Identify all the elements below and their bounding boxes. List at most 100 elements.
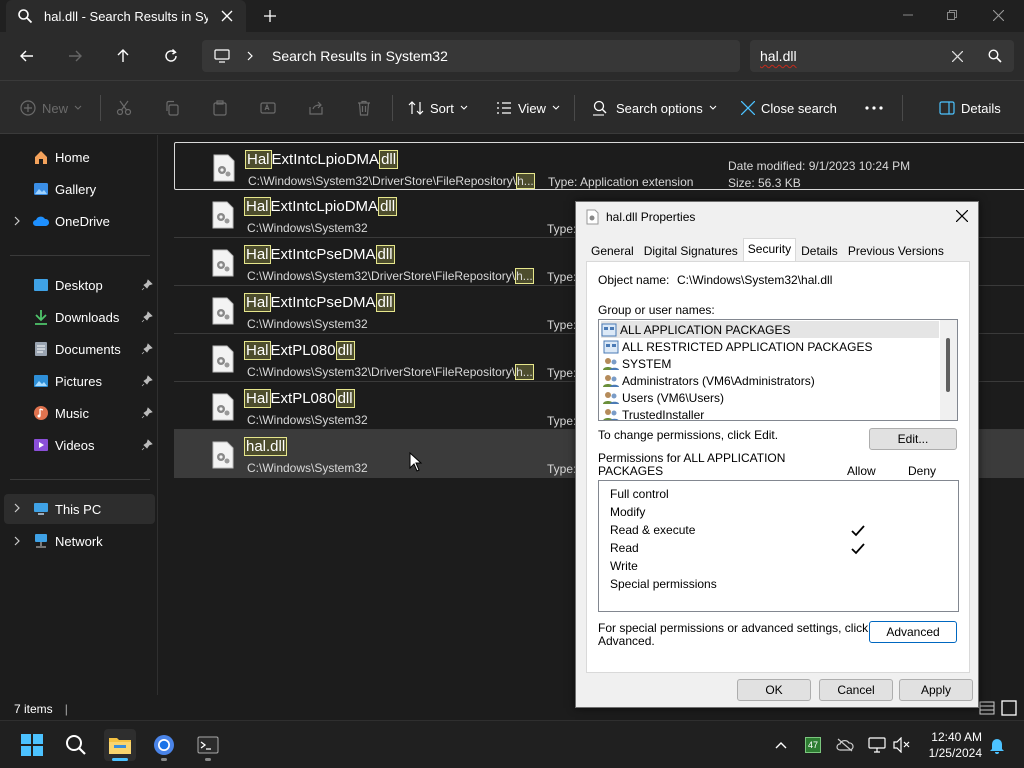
terminal-taskbar-button[interactable] (192, 729, 224, 761)
clock[interactable]: 12:40 AM 1/25/2024 (918, 729, 982, 761)
group-names-list[interactable]: ALL APPLICATION PACKAGES ALL RESTRICTED … (598, 319, 958, 421)
chevron-right-icon[interactable] (12, 215, 22, 227)
close-tab-icon[interactable] (218, 7, 236, 25)
rename-button[interactable] (260, 96, 276, 120)
chevron-right-icon[interactable] (12, 535, 22, 547)
tab-digital-signatures[interactable]: Digital Signatures (639, 240, 743, 262)
gallery-icon (32, 180, 50, 198)
dll-file-icon (212, 345, 234, 373)
network-tray-icon[interactable] (867, 735, 887, 755)
computer-icon (214, 48, 232, 64)
back-button[interactable] (15, 44, 39, 68)
maximize-button[interactable] (937, 4, 967, 26)
refresh-button[interactable] (159, 44, 183, 68)
cut-button[interactable] (116, 96, 132, 120)
sidebar-item-music[interactable]: Music (4, 399, 155, 427)
tab-general[interactable]: General (586, 240, 639, 262)
details-button[interactable]: Details (939, 96, 1001, 120)
list-item[interactable]: Users (VM6\Users) (603, 389, 724, 406)
share-button[interactable] (308, 96, 324, 120)
dialog-close-button[interactable] (952, 206, 972, 226)
pin-icon[interactable] (141, 407, 153, 419)
sidebar-item-network[interactable]: Network (4, 527, 155, 555)
chevron-right-icon[interactable] (12, 502, 22, 514)
dll-file-icon (212, 201, 234, 229)
scrollbar-thumb[interactable] (946, 338, 950, 392)
file-type: Type: (547, 414, 577, 428)
copy-button[interactable] (164, 96, 180, 120)
chrome-taskbar-button[interactable] (148, 729, 180, 761)
onedrive-tray-icon[interactable] (835, 735, 855, 755)
list-item[interactable]: TrustedInstaller (603, 406, 704, 420)
search-icon[interactable] (988, 49, 1002, 66)
volume-tray-icon[interactable] (892, 735, 912, 755)
close-window-button[interactable] (983, 4, 1013, 26)
cancel-button[interactable]: Cancel (819, 679, 893, 701)
sidebar-item-documents[interactable]: Documents (4, 335, 155, 363)
tab-details[interactable]: Details (796, 240, 843, 262)
file-row[interactable]: Hal ExtIntcLpioDMA dll C:\Windows\System32… (174, 142, 1024, 190)
show-hidden-icons-button[interactable] (771, 735, 791, 755)
file-name: Hal ExtIntcLpioDMA dll (245, 150, 399, 169)
sidebar-item-home[interactable]: Home (4, 143, 155, 171)
details-view-icon[interactable] (979, 700, 995, 716)
ok-button[interactable]: OK (737, 679, 811, 701)
search-icon (16, 7, 34, 25)
dialog-tabs: General Digital Signatures Security Deta… (586, 238, 949, 262)
tray-app-badge[interactable]: 47 (803, 735, 823, 755)
tab-security[interactable]: Security (742, 238, 797, 262)
sidebar-item-desktop[interactable]: Desktop (4, 271, 155, 299)
badge-icon: 47 (805, 737, 821, 753)
pin-icon[interactable] (141, 375, 153, 387)
new-button[interactable]: New (20, 96, 82, 120)
minimize-button[interactable] (893, 4, 923, 26)
tiles-view-icon[interactable] (1001, 700, 1017, 716)
clear-search-icon[interactable] (951, 50, 964, 65)
sort-button[interactable]: Sort (408, 96, 468, 120)
advanced-button[interactable]: Advanced (869, 621, 957, 643)
sidebar-item-pictures[interactable]: Pictures (4, 367, 155, 395)
sidebar-item-gallery[interactable]: Gallery (4, 175, 155, 203)
start-button[interactable] (16, 729, 48, 761)
pin-icon[interactable] (141, 343, 153, 355)
navigation-pane: Home Gallery OneDrive Desktop Downloads … (0, 135, 158, 695)
pin-icon[interactable] (141, 279, 153, 291)
close-search-button[interactable]: Close search (741, 96, 837, 120)
tab-previous-versions[interactable]: Previous Versions (843, 240, 949, 262)
sidebar-item-videos[interactable]: Videos (4, 431, 155, 459)
permission-modify: Modify (610, 505, 646, 519)
file-explorer-taskbar-button[interactable] (104, 729, 136, 761)
more-options-button[interactable] (865, 96, 883, 120)
view-button[interactable]: View (496, 96, 560, 120)
edit-button[interactable]: Edit... (869, 428, 957, 450)
sidebar-item-this-pc[interactable]: This PC (4, 494, 155, 524)
chevron-right-icon[interactable] (246, 51, 254, 61)
explorer-tab[interactable]: hal.dll - Search Results in System32 (6, 0, 246, 32)
sidebar-item-onedrive[interactable]: OneDrive (4, 207, 155, 235)
forward-button[interactable] (63, 44, 87, 68)
new-tab-button[interactable] (258, 6, 282, 26)
deny-column-header: Deny (908, 464, 937, 478)
file-path: C:\Windows\System32 (247, 413, 368, 427)
command-bar: New Sort View Search options Close searc… (0, 80, 1024, 134)
search-options-button[interactable]: Search options (592, 96, 717, 120)
close-icon (741, 101, 755, 115)
status-item-count: 7 items | (14, 702, 68, 716)
list-item[interactable]: ALL RESTRICTED APPLICATION PACKAGES (603, 338, 873, 355)
notifications-button[interactable] (987, 735, 1007, 755)
search-field[interactable]: hal.dll (750, 40, 1014, 72)
up-button[interactable] (111, 44, 135, 68)
paste-button[interactable] (212, 96, 228, 120)
group-list-scrollbar[interactable] (940, 320, 957, 420)
apply-button[interactable]: Apply (899, 679, 973, 701)
sidebar-item-downloads[interactable]: Downloads (4, 303, 155, 331)
search-button[interactable] (60, 729, 92, 761)
list-item[interactable]: Administrators (VM6\Administrators) (603, 372, 815, 389)
list-item[interactable]: SYSTEM (603, 355, 671, 372)
desktop-icon (32, 276, 50, 294)
pin-icon[interactable] (141, 439, 153, 451)
pin-icon[interactable] (141, 311, 153, 323)
address-bar[interactable]: Search Results in System32 (202, 40, 740, 72)
delete-button[interactable] (356, 96, 372, 120)
list-item[interactable]: ALL APPLICATION PACKAGES (601, 321, 939, 338)
